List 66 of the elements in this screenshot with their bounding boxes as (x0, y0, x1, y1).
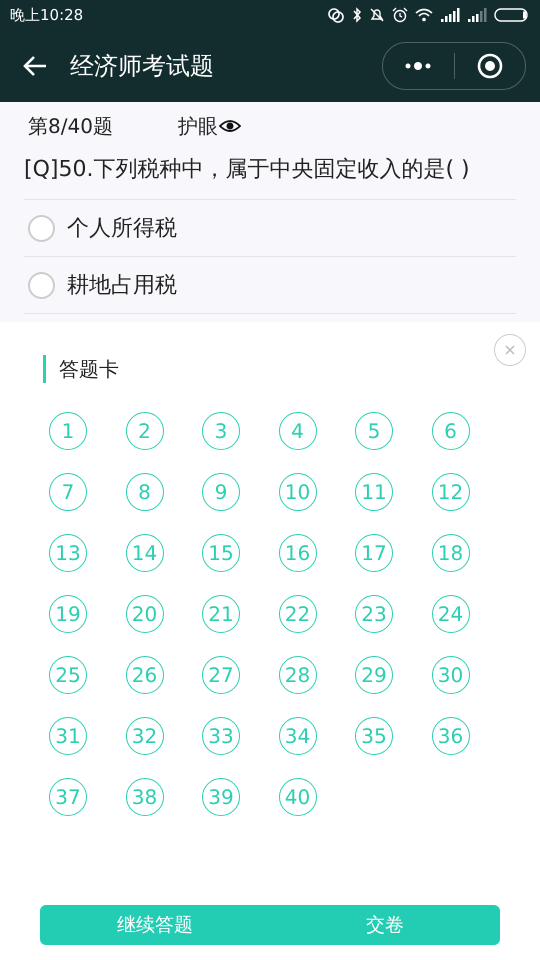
eye-care-toggle[interactable]: 护眼 (178, 112, 241, 140)
question-number[interactable]: 7 (49, 473, 87, 511)
question-number[interactable]: 30 (432, 656, 470, 694)
question-number[interactable]: 13 (49, 534, 87, 572)
question-number[interactable]: 31 (49, 717, 87, 755)
answer-option[interactable]: 耕地占用税 (24, 257, 516, 314)
signal-icon (440, 8, 460, 22)
question-number[interactable]: 2 (126, 412, 164, 450)
page-title: 经济师考试题 (70, 51, 215, 82)
alarm-icon (392, 7, 408, 23)
question-number[interactable]: 32 (126, 717, 164, 755)
question-number[interactable]: 24 (432, 595, 470, 633)
question-number[interactable]: 1 (49, 412, 87, 450)
question-number[interactable]: 21 (202, 595, 240, 633)
action-button[interactable]: 继续答题 (40, 905, 270, 945)
question-number[interactable]: 19 (49, 595, 87, 633)
question-number[interactable]: 14 (126, 534, 164, 572)
answer-option[interactable]: 个人所得税 (24, 200, 516, 257)
question-number[interactable]: 15 (202, 534, 240, 572)
back-arrow-icon (22, 55, 48, 77)
bell-muted-icon (369, 7, 385, 23)
question-number[interactable]: 26 (126, 656, 164, 694)
question-number[interactable]: 23 (355, 595, 393, 633)
action-button[interactable]: 交卷 (270, 905, 500, 945)
wifi-icon (415, 8, 433, 22)
eye-icon (219, 119, 241, 133)
signal-icon (467, 8, 487, 22)
close-icon (504, 344, 516, 356)
question-number[interactable]: 37 (49, 778, 87, 816)
question-number[interactable]: 25 (49, 656, 87, 694)
question-number[interactable]: 29 (355, 656, 393, 694)
question-number[interactable]: 39 (202, 778, 240, 816)
question-number[interactable]: 40 (278, 778, 316, 816)
question-text: [Q]50.下列税种中，属于中央固定收入的是( ) (24, 150, 516, 200)
link-icon (327, 7, 345, 23)
question-number[interactable]: 3 (202, 412, 240, 450)
more-icon (404, 61, 432, 71)
radio-button[interactable] (28, 272, 55, 298)
bluetooth-icon (352, 7, 362, 23)
question-number[interactable]: 20 (126, 595, 164, 633)
question-number[interactable]: 9 (202, 473, 240, 511)
question-number[interactable]: 22 (278, 595, 316, 633)
back-button[interactable] (22, 55, 48, 77)
radio-button[interactable] (28, 214, 55, 242)
question-number[interactable]: 17 (355, 534, 393, 572)
question-number[interactable]: 33 (202, 717, 240, 755)
question-number[interactable]: 35 (355, 717, 393, 755)
question-number[interactable]: 27 (202, 656, 240, 694)
question-number[interactable]: 34 (278, 717, 316, 755)
battery-icon (494, 7, 530, 23)
question-number[interactable]: 8 (126, 473, 164, 511)
question-number[interactable]: 4 (278, 412, 316, 450)
question-number[interactable]: 38 (126, 778, 164, 816)
status-time: 晚上10:28 (10, 6, 84, 24)
answer-card-title: 答题卡 (43, 355, 119, 383)
question-number[interactable]: 6 (432, 412, 470, 450)
question-number[interactable]: 11 (355, 473, 393, 511)
question-number[interactable]: 28 (278, 656, 316, 694)
question-counter: 第8/40题 (28, 112, 114, 140)
question-number[interactable]: 36 (432, 717, 470, 755)
question-number[interactable]: 18 (432, 534, 470, 572)
target-icon (476, 53, 503, 79)
question-number[interactable]: 16 (278, 534, 316, 572)
question-number[interactable]: 12 (432, 473, 470, 511)
question-number[interactable]: 10 (278, 473, 316, 511)
question-number[interactable]: 5 (355, 412, 393, 450)
